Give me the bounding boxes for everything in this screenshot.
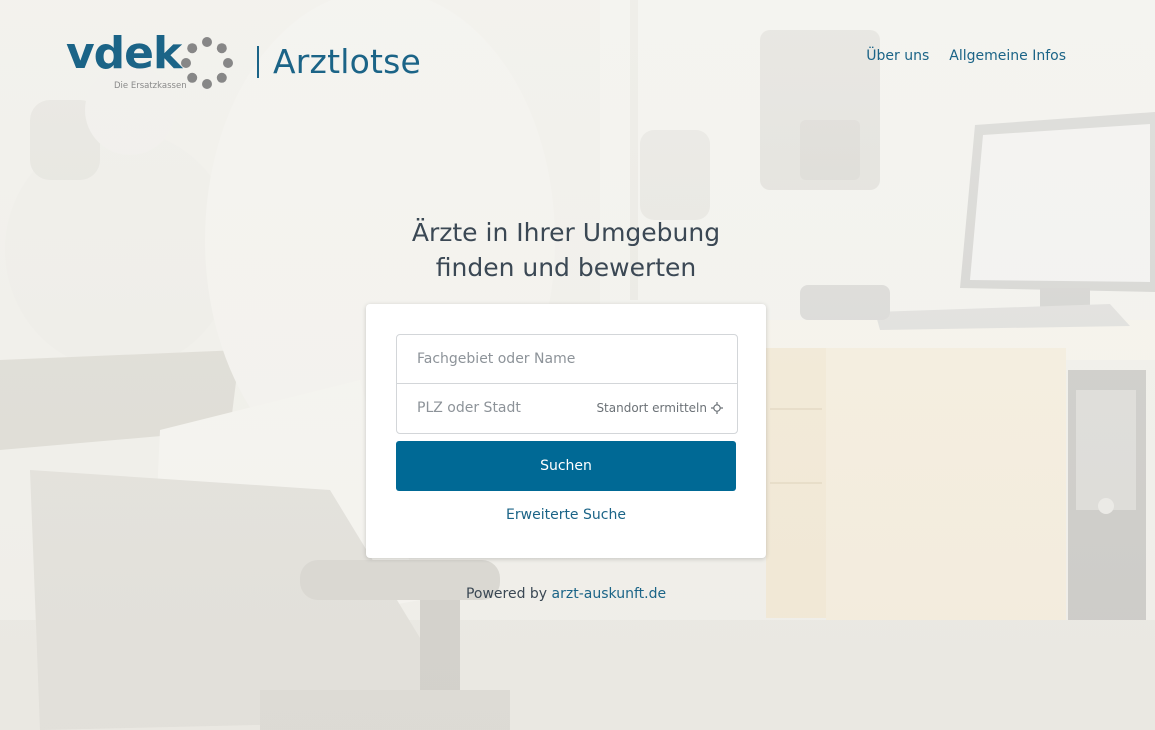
advanced-search-link[interactable]: Erweiterte Suche bbox=[366, 507, 766, 523]
powered-by-prefix: Powered by bbox=[465, 586, 548, 602]
search-button[interactable]: Suchen bbox=[396, 441, 736, 491]
headline-line-1: Ärzte in Ihrer Umgebung bbox=[411, 218, 721, 247]
hero-headline: Ärzte in Ihrer Umgebung finden und bewer… bbox=[0, 215, 1132, 285]
product-name: Arztlotse bbox=[273, 42, 421, 81]
search-field-group: Standort ermitteln bbox=[396, 334, 738, 434]
crosshair-icon bbox=[711, 402, 723, 414]
headline-line-2: finden und bewerten bbox=[435, 253, 697, 282]
search-card: Standort ermitteln Suchen Erweiterte Suc… bbox=[366, 304, 766, 558]
powered-by-link[interactable]: arzt-auskunft.de bbox=[552, 586, 667, 602]
locate-label: Standort ermitteln bbox=[596, 401, 707, 415]
specialty-field-row bbox=[397, 335, 737, 383]
top-nav: Über uns Allgemeine Infos bbox=[866, 48, 1066, 64]
specialty-input[interactable] bbox=[397, 335, 737, 383]
page: vdek Die Ersatzkassen Arztlotse Über uns… bbox=[0, 0, 1155, 730]
locate-me-button[interactable]: Standort ermitteln bbox=[596, 384, 723, 432]
logo-wordmark: vdek bbox=[66, 28, 182, 79]
vdek-arztlotse-logo[interactable]: vdek Die Ersatzkassen Arztlotse bbox=[66, 28, 421, 94]
location-field-row: Standort ermitteln bbox=[397, 383, 737, 432]
logo-divider bbox=[257, 46, 259, 78]
powered-by: Powered by arzt-auskunft.de bbox=[0, 586, 1132, 602]
logo-ring-icon bbox=[181, 37, 233, 89]
logo-subtitle: Die Ersatzkassen bbox=[114, 81, 187, 91]
nav-link-about[interactable]: Über uns bbox=[866, 48, 929, 64]
nav-link-general-info[interactable]: Allgemeine Infos bbox=[949, 48, 1066, 64]
